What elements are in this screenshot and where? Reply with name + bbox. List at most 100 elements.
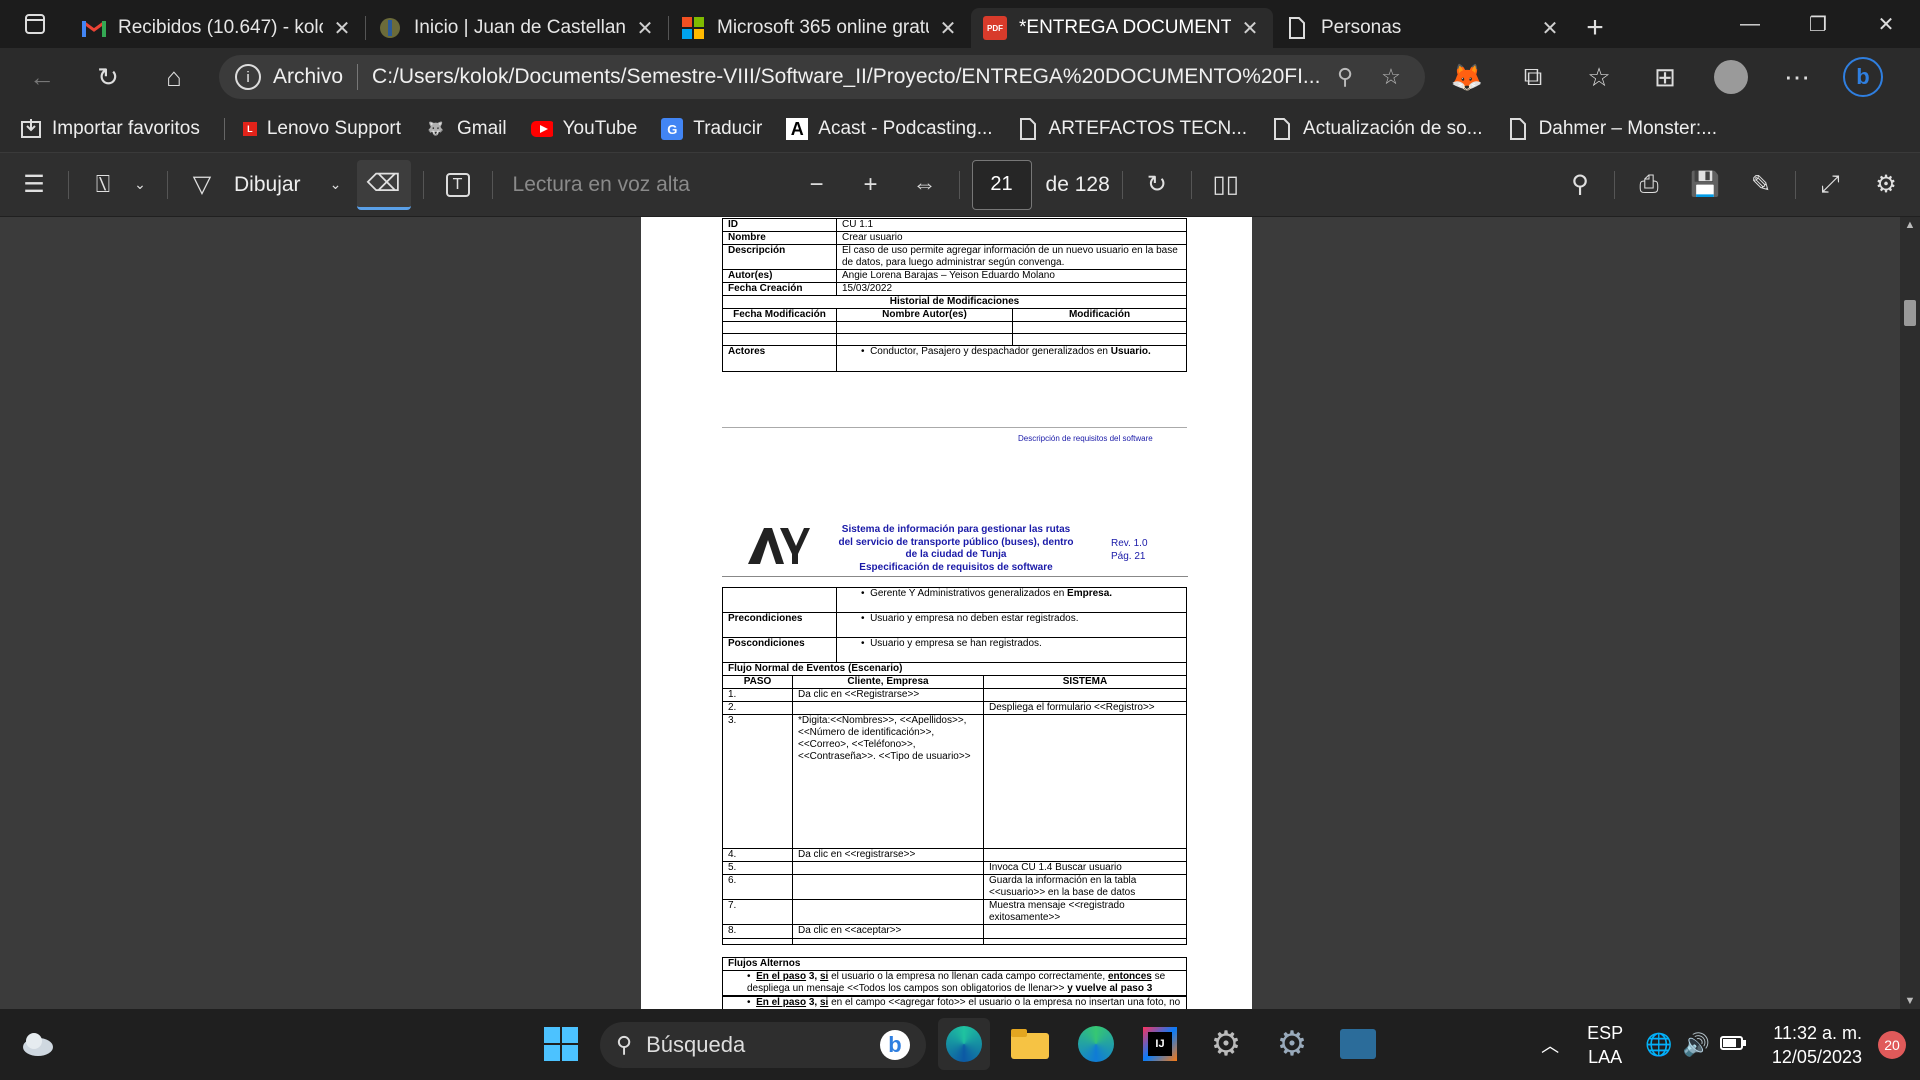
document-logo xyxy=(748,528,810,564)
close-icon[interactable]: ✕ xyxy=(331,16,353,41)
close-icon[interactable]: ✕ xyxy=(1539,16,1561,41)
header-line: de la ciudad de Tunja xyxy=(905,549,1007,560)
contents-icon[interactable]: ☰ xyxy=(12,163,56,207)
favorite-import[interactable]: Importar favoritos xyxy=(20,118,200,140)
youtube-icon xyxy=(530,118,553,140)
draw-icon[interactable]: ▽ xyxy=(180,163,224,207)
fullscreen-icon[interactable]: ⤢ xyxy=(1808,163,1852,207)
highlight-icon[interactable]: ⍂ xyxy=(81,163,125,207)
edge-dev-icon[interactable] xyxy=(938,1018,990,1070)
text-box-icon[interactable]: T xyxy=(436,163,480,207)
pdf-viewer[interactable]: ID CU 1.1 Nombre Crear usuario Descripción… xyxy=(0,217,1920,1009)
favorite-label: Importar favoritos xyxy=(52,118,200,139)
close-icon[interactable]: ✕ xyxy=(1239,16,1261,41)
start-icon[interactable] xyxy=(535,1018,587,1070)
chevron-down-icon[interactable]: ⌄ xyxy=(125,163,155,207)
zoom-icon[interactable]: ⚲ xyxy=(1327,64,1363,90)
scrollbar-thumb[interactable] xyxy=(1904,300,1916,326)
row-value: Crear usuario xyxy=(836,231,1187,245)
scroll-up-icon[interactable]: ▲ xyxy=(1900,219,1920,231)
tab-entrega-documento[interactable]: PDF *ENTREGA DOCUMENTO ✕ xyxy=(971,8,1273,48)
taskbar-search[interactable]: ⚲ Búsqueda b xyxy=(600,1022,926,1068)
gmail-icon xyxy=(82,16,106,40)
settings-icon[interactable]: ⚙ xyxy=(1864,163,1908,207)
alt-text: el usuario o la empresa no llenan cada c… xyxy=(828,971,1108,982)
alt-then: entonces xyxy=(1107,971,1152,982)
favorite-artefactos[interactable]: ARTEFACTOS TECN... xyxy=(1017,118,1247,140)
table-row: 2. Despliega el formulario <<Registro>> xyxy=(722,701,1187,715)
add-favorite-icon[interactable]: ☆ xyxy=(1373,64,1409,90)
address-bar[interactable]: i Archivo C:/Users/kolok/Documents/Semes… xyxy=(219,55,1425,99)
minimize-icon[interactable]: — xyxy=(1716,0,1784,48)
close-icon[interactable]: ✕ xyxy=(634,16,656,41)
intellij-icon[interactable]: IJ xyxy=(1134,1018,1186,1070)
metamask-icon[interactable]: 🦊 xyxy=(1445,55,1489,99)
tab-gmail[interactable]: Recibidos (10.647) - kolok ✕ xyxy=(70,8,365,48)
maximize-icon[interactable]: ❐ xyxy=(1784,0,1852,48)
table-row: PASO Cliente, Empresa SISTEMA xyxy=(722,675,1187,689)
edge-icon[interactable] xyxy=(1070,1018,1122,1070)
scroll-down-icon[interactable]: ▼ xyxy=(1900,995,1920,1007)
chevron-down-icon[interactable]: ⌄ xyxy=(321,163,351,207)
home-icon[interactable]: ⌂ xyxy=(152,55,196,99)
language-code: ESP xyxy=(1587,1022,1624,1043)
new-tab-button[interactable]: + xyxy=(1573,8,1617,48)
battery-icon[interactable] xyxy=(1719,1034,1746,1055)
print-icon[interactable]: ⎙ xyxy=(1627,163,1671,207)
clock[interactable]: 11:32 a. m. 12/05/2023 xyxy=(1772,1021,1862,1069)
notification-badge[interactable]: 20 xyxy=(1878,1030,1906,1059)
refresh-icon[interactable]: ↻ xyxy=(86,55,130,99)
extensions-icon[interactable]: ⧉ xyxy=(1511,55,1555,99)
url-text[interactable]: C:/Users/kolok/Documents/Semestre-VIII/S… xyxy=(372,65,1327,89)
app-gear-icon[interactable]: ⚙ xyxy=(1200,1018,1252,1070)
collections-icon[interactable]: ⊞ xyxy=(1643,55,1687,99)
save-icon[interactable]: 💾 xyxy=(1683,163,1727,207)
weather-icon[interactable] xyxy=(12,1018,64,1070)
revision-text: Rev. 1.0 xyxy=(1111,538,1148,549)
close-icon[interactable]: ✕ xyxy=(937,16,959,41)
favorites-icon[interactable]: ☆ xyxy=(1577,55,1621,99)
vertical-scrollbar[interactable]: ▲ ▼ xyxy=(1900,217,1920,1009)
language-indicator[interactable]: ESP LAA xyxy=(1587,1021,1623,1069)
rotate-icon[interactable]: ↻ xyxy=(1135,163,1179,207)
tab-actions-button[interactable] xyxy=(0,0,70,48)
tab-personas[interactable]: Personas ✕ xyxy=(1273,8,1573,48)
favorite-acast[interactable]: A Acast - Podcasting... xyxy=(786,118,993,140)
zoom-out-icon[interactable]: − xyxy=(795,163,839,207)
chevron-up-icon[interactable]: ︿ xyxy=(1541,1032,1559,1058)
eraser-icon[interactable]: ⌫ xyxy=(356,159,411,210)
page-total: de 128 xyxy=(1045,172,1110,196)
back-icon[interactable]: ← xyxy=(20,55,64,99)
save-as-icon[interactable]: ✎ xyxy=(1739,163,1783,207)
close-window-icon[interactable]: ✕ xyxy=(1852,0,1920,48)
zoom-in-icon[interactable]: + xyxy=(849,163,893,207)
more-icon[interactable]: ⋯ xyxy=(1775,55,1819,99)
read-aloud-button[interactable]: Lectura en voz alta xyxy=(513,173,783,197)
tab-microsoft365[interactable]: Microsoft 365 online gratu ✕ xyxy=(669,8,971,48)
system-action xyxy=(983,924,1187,939)
page-number-input[interactable]: 21 xyxy=(971,159,1032,210)
favorite-lenovo[interactable]: L Lenovo Support xyxy=(242,118,401,140)
favorite-traducir[interactable]: G Traducir xyxy=(661,118,762,140)
settings-icon[interactable]: ⚙ xyxy=(1266,1018,1318,1070)
bing-icon[interactable]: b xyxy=(1841,55,1885,99)
tab-strip: Recibidos (10.647) - kolok ✕ Inicio | Ju… xyxy=(0,0,1920,48)
fit-width-icon[interactable]: ⇔ xyxy=(903,163,947,207)
clock-date: 12/05/2023 xyxy=(1771,1046,1862,1067)
favorite-actualizacion[interactable]: Actualización de so... xyxy=(1271,118,1483,140)
network-icon[interactable]: 🌐 xyxy=(1645,1032,1672,1058)
favorite-dahmer[interactable]: Dahmer – Monster:... xyxy=(1507,118,1717,140)
volume-icon[interactable]: 🔊 xyxy=(1683,1032,1710,1058)
terminal-icon[interactable] xyxy=(1332,1018,1384,1070)
draw-label[interactable]: Dibujar xyxy=(234,173,301,197)
info-icon[interactable]: i xyxy=(235,64,261,90)
favorite-gmail[interactable]: 🐺 Gmail xyxy=(425,118,507,140)
toolbar-separator xyxy=(1614,170,1615,199)
page-view-icon[interactable]: ▯▯ xyxy=(1204,163,1248,207)
profile-avatar[interactable] xyxy=(1709,55,1753,99)
file-explorer-icon[interactable] xyxy=(1004,1018,1056,1070)
favorite-youtube[interactable]: YouTube xyxy=(530,118,637,140)
tab-castellanos[interactable]: Inicio | Juan de Castellanos ✕ xyxy=(366,8,668,48)
search-icon[interactable]: ⚲ xyxy=(1558,163,1602,207)
row-value: 15/03/2022 xyxy=(836,282,1187,296)
